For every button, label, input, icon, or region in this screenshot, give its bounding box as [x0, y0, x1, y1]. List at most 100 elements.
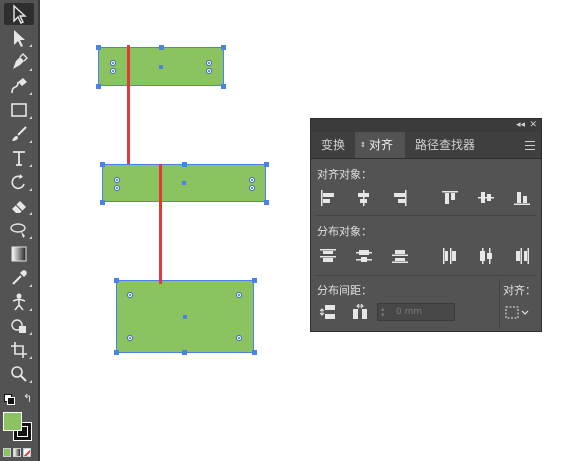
corner-widget[interactable] [110, 68, 116, 74]
pen-tool[interactable] [4, 51, 34, 73]
panel-tabs: 变换 ⇕ 对齐 路径查找器 [311, 132, 541, 159]
vertical-distribute-space-icon[interactable] [319, 303, 337, 321]
panel-divider [315, 275, 537, 276]
red-spacing-line[interactable] [159, 164, 162, 284]
shape-builder-tool[interactable] [4, 315, 34, 337]
align-left-icon[interactable] [319, 189, 337, 207]
distribute-spacing-label: 分布间距： [317, 284, 372, 297]
stepper-arrows-icon[interactable]: ▴ ▾ [381, 306, 391, 319]
puppet-warp-tool[interactable] [4, 291, 34, 313]
bounding-handle[interactable] [159, 45, 164, 50]
red-spacing-line[interactable] [127, 45, 130, 164]
distribute-horizontal-center-icon[interactable] [477, 247, 495, 265]
center-point [183, 315, 187, 319]
bounding-handle[interactable] [100, 162, 105, 167]
panel-divider [315, 215, 537, 216]
bounding-handle[interactable] [96, 84, 101, 89]
bounding-handle[interactable] [114, 278, 119, 283]
direct-selection-tool[interactable] [4, 27, 34, 49]
tools-panel: ↰ [0, 0, 40, 461]
gradient-icon [11, 246, 27, 262]
distribute-left-icon[interactable] [441, 247, 459, 265]
bounding-handle[interactable] [221, 84, 226, 89]
spacing-value-input[interactable]: ▴ ▾ 0 mm [377, 303, 455, 321]
spacing-value: 0 mm [396, 307, 423, 317]
corner-widget[interactable] [110, 60, 116, 66]
panel-menu-icon[interactable] [525, 141, 535, 153]
pen-icon [13, 53, 28, 69]
artboard-tool[interactable] [4, 339, 34, 361]
bounding-handle[interactable] [252, 278, 257, 283]
rectangle-tool[interactable] [4, 99, 34, 121]
align-to-selection-icon [505, 306, 529, 319]
distribute-objects-label: 分布对象： [317, 225, 372, 238]
bounding-handle[interactable] [264, 162, 269, 167]
distribute-top-icon[interactable] [319, 247, 337, 265]
corner-widget[interactable] [127, 335, 133, 341]
corner-widget[interactable] [206, 68, 212, 74]
zoom-tool[interactable] [4, 363, 34, 385]
align-objects-label: 对齐对象： [317, 168, 372, 181]
align-to-selection-dropdown[interactable] [504, 304, 530, 322]
close-panel-icon[interactable]: ✕ [529, 119, 537, 132]
bounding-handle[interactable] [96, 45, 101, 50]
corner-widget[interactable] [236, 335, 242, 341]
puppet-warp-icon [12, 293, 26, 311]
lasso-tool[interactable] [4, 219, 34, 241]
corner-widget[interactable] [249, 177, 255, 183]
align-to-label: 对齐： [503, 284, 536, 297]
selection-arrow-icon [13, 4, 27, 24]
rotate-tool[interactable] [4, 171, 34, 193]
paintbrush-tool[interactable] [4, 123, 34, 145]
panel-vertical-divider [499, 279, 500, 329]
distribute-bottom-icon[interactable] [391, 247, 409, 265]
align-vertical-center-icon[interactable] [477, 189, 495, 207]
curvature-tool[interactable] [4, 75, 34, 97]
curvature-pen-icon [11, 78, 27, 94]
corner-widget[interactable] [114, 177, 120, 183]
bounding-handle[interactable] [221, 45, 226, 50]
swap-colors-icon[interactable]: ↰ [23, 393, 32, 404]
bounding-handle[interactable] [100, 200, 105, 205]
align-top-icon[interactable] [441, 189, 459, 207]
bounding-handle[interactable] [264, 200, 269, 205]
corner-widget[interactable] [206, 60, 212, 66]
magnifier-icon [11, 366, 27, 382]
bounding-handle[interactable] [182, 350, 187, 355]
corner-widget[interactable] [249, 185, 255, 191]
center-point [159, 65, 163, 69]
shape-builder-icon [11, 319, 26, 333]
align-horizontal-center-icon[interactable] [355, 189, 373, 207]
fill-swatch[interactable] [3, 412, 22, 431]
default-colors-icon[interactable] [4, 394, 15, 405]
panel-titlebar[interactable]: ◂◂ ✕ [311, 119, 541, 132]
distribute-vertical-center-icon[interactable] [355, 247, 373, 265]
corner-widget[interactable] [127, 292, 133, 298]
selection-tool[interactable] [4, 3, 34, 25]
horizontal-distribute-space-icon[interactable] [351, 303, 369, 321]
bounding-handle[interactable] [182, 162, 187, 167]
bounding-handle[interactable] [114, 350, 119, 355]
align-right-icon[interactable] [391, 189, 409, 207]
gradient-tool[interactable] [4, 243, 34, 265]
artboard-icon [11, 342, 27, 358]
bounding-handle[interactable] [252, 350, 257, 355]
tab-align-label: 对齐 [369, 138, 394, 152]
none-mode-button[interactable] [23, 448, 31, 457]
eyedropper-icon [12, 270, 27, 285]
type-tool[interactable] [4, 147, 34, 169]
rectangle-icon [11, 103, 27, 117]
distribute-right-icon[interactable] [513, 247, 531, 265]
eyedropper-tool[interactable] [4, 267, 34, 289]
collapse-panel-icon[interactable]: ◂◂ [516, 119, 525, 132]
corner-widget[interactable] [236, 292, 242, 298]
corner-widget[interactable] [114, 185, 120, 191]
gradient-mode-button[interactable] [13, 448, 21, 457]
tab-pathfinder[interactable]: 路径查找器 [407, 132, 483, 158]
tab-align[interactable]: ⇕ 对齐 [355, 132, 405, 158]
eraser-tool[interactable] [4, 195, 34, 217]
center-point [182, 181, 186, 185]
align-bottom-icon[interactable] [513, 189, 531, 207]
color-mode-button[interactable] [3, 448, 11, 457]
tab-transform[interactable]: 变换 [313, 132, 355, 158]
